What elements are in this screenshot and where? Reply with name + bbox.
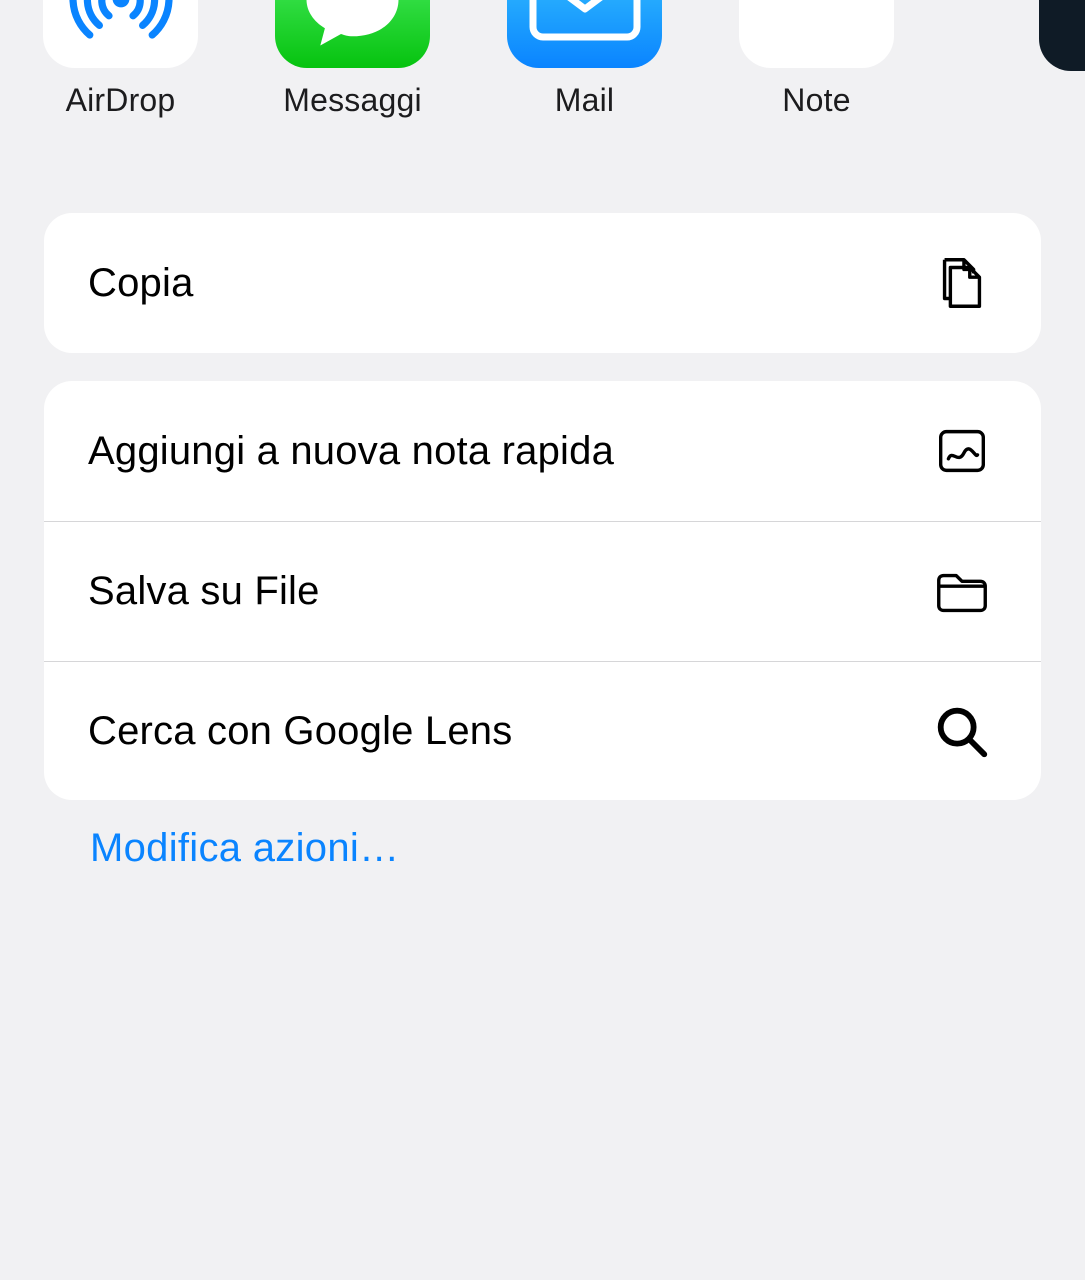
action-copy[interactable]: Copia <box>44 213 1041 353</box>
share-app-row: AirDrop Messaggi Mail Note <box>0 0 1085 119</box>
edit-actions-label: Modifica azioni… <box>44 826 399 870</box>
action-card-copy: Copia <box>44 213 1041 353</box>
share-app-airdrop[interactable]: AirDrop <box>43 0 198 119</box>
action-card-group: Aggiungi a nuova nota rapida Salva su Fi… <box>44 381 1041 800</box>
app-label: Note <box>782 82 850 119</box>
search-icon <box>927 697 997 767</box>
app-label: Messaggi <box>283 82 422 119</box>
action-label: Salva su File <box>88 569 320 614</box>
action-save-to-files[interactable]: Salva su File <box>44 521 1041 661</box>
airdrop-icon <box>43 0 198 68</box>
edit-actions-row[interactable]: Modifica azioni… <box>44 826 1041 918</box>
mail-icon <box>507 0 662 68</box>
quick-note-icon <box>927 416 997 486</box>
copy-icon <box>927 248 997 318</box>
action-label: Copia <box>88 261 194 306</box>
share-app-mail[interactable]: Mail <box>507 0 662 119</box>
action-quick-note[interactable]: Aggiungi a nuova nota rapida <box>44 381 1041 521</box>
action-label: Cerca con Google Lens <box>88 709 512 754</box>
action-google-lens[interactable]: Cerca con Google Lens <box>44 661 1041 800</box>
share-app-messaggi[interactable]: Messaggi <box>275 0 430 119</box>
messages-icon <box>275 0 430 68</box>
folder-icon <box>927 557 997 627</box>
notes-icon <box>739 0 894 68</box>
app-label: AirDrop <box>66 82 176 119</box>
action-label: Aggiungi a nuova nota rapida <box>88 429 614 474</box>
share-app-note[interactable]: Note <box>739 0 894 119</box>
app-label: Mail <box>555 82 614 119</box>
